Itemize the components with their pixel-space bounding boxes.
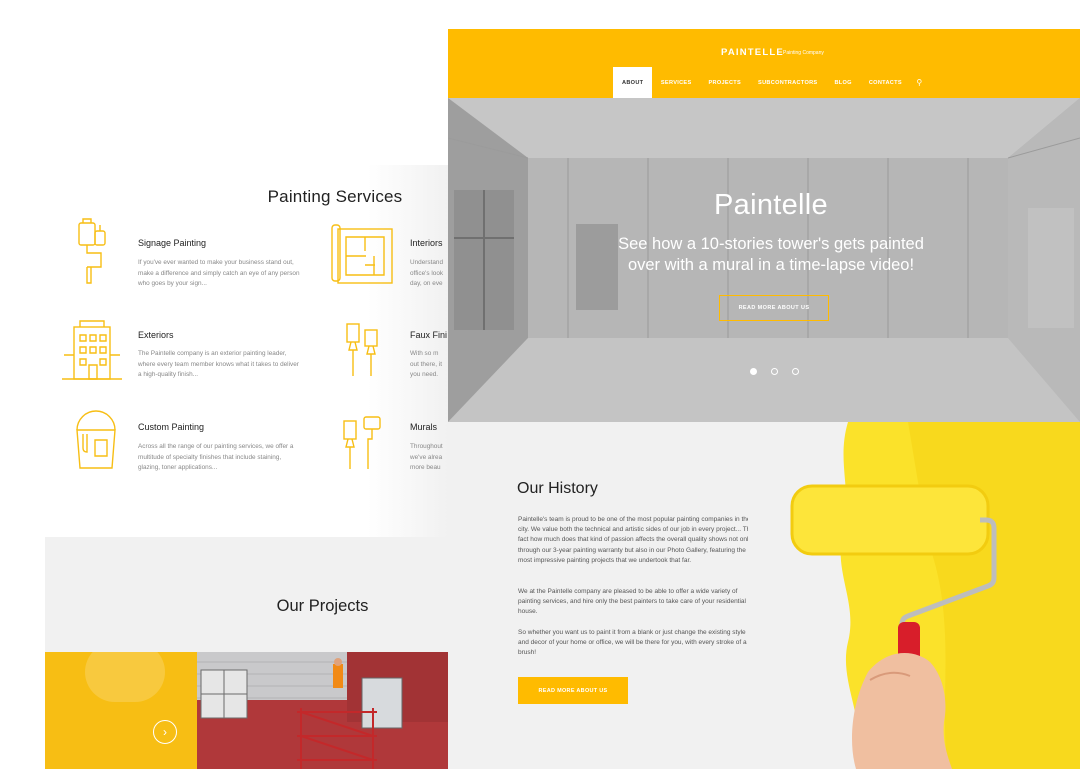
- hero-title: Paintelle: [714, 189, 828, 221]
- next-arrow-button[interactable]: ›: [153, 720, 177, 744]
- back-page-preview: Painting Services Signage Painting If yo…: [45, 165, 448, 769]
- hero-subtitle: See how a 10-stories tower's gets painte…: [448, 234, 1080, 276]
- paint-brushes-icon: [343, 320, 383, 382]
- project-photo[interactable]: [197, 652, 448, 769]
- service-name[interactable]: Interiors: [410, 238, 443, 248]
- services-title: Painting Services: [267, 187, 403, 206]
- service-name[interactable]: Exteriors: [138, 330, 174, 340]
- slider-dots: [750, 368, 799, 375]
- paint-bucket-icon: [73, 410, 119, 472]
- history-paragraph: So whether you want us to paint it from …: [518, 629, 747, 657]
- nav-item-about[interactable]: ABOUT: [613, 67, 653, 98]
- history-section: Our History Paintelle's team is proud to…: [448, 422, 1080, 769]
- site-logo[interactable]: PAINTELLE: [721, 47, 784, 58]
- service-desc: If you've ever wanted to make your busin…: [138, 259, 300, 287]
- site-header: PAINTELLE Painting Company ABOUT SERVICE…: [448, 29, 1080, 98]
- site-tagline: Painting Company: [783, 50, 824, 56]
- search-icon[interactable]: ⚲: [910, 67, 928, 98]
- nav-item-contacts[interactable]: CONTACTS: [860, 67, 910, 98]
- nav-item-services[interactable]: SERVICES: [652, 67, 700, 98]
- service-name[interactable]: Faux Fini: [410, 330, 447, 340]
- hero-subtitle-line: over with a mural in a time-lapse video!: [627, 256, 915, 274]
- service-desc: Understand office's look day, on eve: [410, 259, 444, 287]
- nav-item-projects[interactable]: PROJECTS: [700, 67, 750, 98]
- service-name[interactable]: Murals: [410, 422, 437, 432]
- building-icon: [60, 315, 124, 383]
- slider-dot[interactable]: [771, 368, 778, 375]
- nav-item-blog[interactable]: BLOG: [826, 67, 860, 98]
- slider-dot[interactable]: [792, 368, 799, 375]
- hero-subtitle-line: See how a 10-stories tower's gets painte…: [618, 235, 924, 253]
- service-desc: The Paintelle company is an exterior pai…: [138, 350, 299, 378]
- project-card-yellow[interactable]: ›: [45, 652, 197, 769]
- history-paragraph: We at the Paintelle company are pleased …: [518, 588, 746, 616]
- paint-roller-image: [748, 422, 1080, 769]
- main-nav: ABOUT SERVICES PROJECTS SUBCONTRACTORS B…: [613, 67, 928, 98]
- slider-dot[interactable]: [750, 368, 757, 375]
- history-paragraph: Paintelle's team is proud to be one of t…: [518, 516, 754, 564]
- service-desc: Throughout we've alrea more beau: [410, 443, 443, 471]
- hero-slider: Paintelle See how a 10-stories tower's g…: [448, 98, 1080, 422]
- front-page-preview: PAINTELLE Painting Company ABOUT SERVICE…: [448, 29, 1080, 769]
- projects-title: Our Projects: [276, 597, 369, 615]
- hand-image: [85, 652, 165, 702]
- brush-roller-pair-icon: [340, 415, 386, 473]
- service-name[interactable]: Signage Painting: [138, 238, 206, 248]
- nav-item-subcontractors[interactable]: SUBCONTRACTORS: [750, 67, 826, 98]
- service-name[interactable]: Custom Painting: [138, 422, 204, 432]
- projects-band: [45, 537, 448, 652]
- blueprint-icon: [330, 221, 398, 289]
- service-desc: Across all the range of our painting ser…: [138, 443, 294, 471]
- history-read-more-button[interactable]: READ MORE ABOUT US: [518, 677, 628, 704]
- brush-roller-icon: [65, 217, 123, 289]
- hero-read-more-button[interactable]: READ MORE ABOUT US: [719, 295, 829, 321]
- service-desc: With so m out there, it you need.: [410, 350, 442, 378]
- history-title: Our History: [517, 480, 598, 497]
